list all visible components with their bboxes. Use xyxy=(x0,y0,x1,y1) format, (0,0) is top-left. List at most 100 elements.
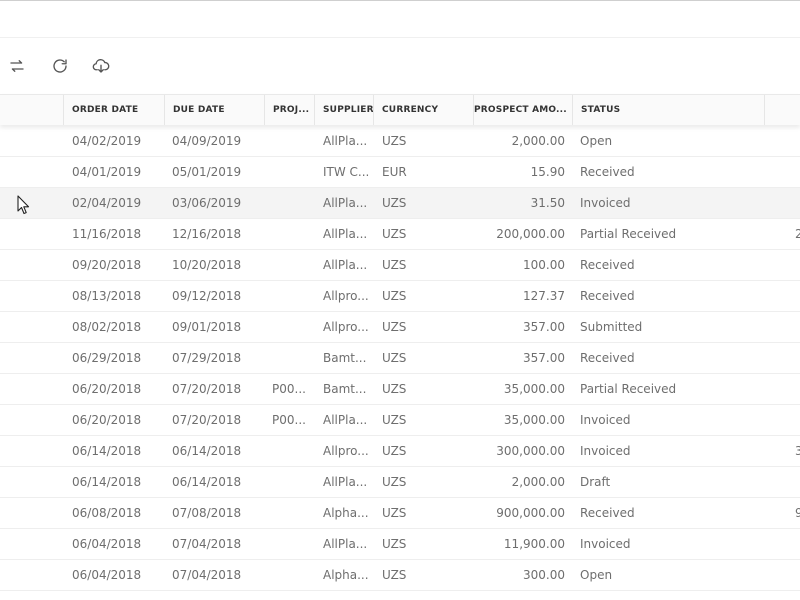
cell-status: Received xyxy=(580,351,635,365)
column-header-due-date[interactable]: DUE DATE xyxy=(164,95,264,125)
top-bar xyxy=(0,0,800,38)
cell-status: Received xyxy=(580,165,635,179)
cell-extra xyxy=(795,343,800,373)
cell-order-date: 06/29/2018 xyxy=(72,351,142,365)
table-row[interactable] xyxy=(0,591,800,600)
cell-due-date: 07/29/2018 xyxy=(172,351,242,365)
column-header-order-date[interactable]: ORDER DATE xyxy=(63,95,164,125)
table-row[interactable]: 06/20/2018 07/20/2018 P00... AllPla... UZS 35… xyxy=(0,405,800,436)
cell-status: Draft xyxy=(580,475,611,489)
column-header-supplier[interactable]: SUPPLIER xyxy=(314,95,373,125)
cell-prospect-amount: 35,000.00 xyxy=(503,413,565,427)
cell-due-date: 09/01/2018 xyxy=(172,320,242,334)
download-icon[interactable] xyxy=(91,56,111,76)
cell-status: Open xyxy=(580,568,613,582)
cell-due-date: 07/04/2018 xyxy=(172,537,242,551)
cell-order-date: 06/14/2018 xyxy=(72,475,142,489)
cell-currency: UZS xyxy=(382,320,407,334)
cell-status: Received xyxy=(580,258,635,272)
cell-status: Submitted xyxy=(580,320,643,334)
table-row[interactable]: 06/14/2018 06/14/2018 Allpro... UZS 300,000.… xyxy=(0,436,800,467)
cell-due-date: 05/01/2019 xyxy=(172,165,242,179)
cell-supplier: ITW C... xyxy=(323,165,370,179)
cell-project xyxy=(272,126,312,156)
cell-order-date: 09/20/2018 xyxy=(72,258,142,272)
cell-extra: 9 xyxy=(795,506,800,520)
grid-body: 04/02/2019 04/09/2019 AllPla... UZS 2,000.00… xyxy=(0,126,800,600)
cell-status: Invoiced xyxy=(580,413,631,427)
table-row[interactable]: 08/13/2018 09/12/2018 Allpro... UZS 127.37 Re… xyxy=(0,281,800,312)
cell-supplier: AllPla... xyxy=(323,537,368,551)
cell-extra xyxy=(795,126,800,156)
cell-extra xyxy=(795,188,800,218)
cell-due-date: 06/14/2018 xyxy=(172,444,242,458)
table-row[interactable]: 06/04/2018 07/04/2018 AllPla... UZS 11,900.0… xyxy=(0,529,800,560)
table-row[interactable]: 06/14/2018 06/14/2018 AllPla... UZS 2,000.00… xyxy=(0,467,800,498)
table-row[interactable]: 06/08/2018 07/08/2018 Alpha... UZS 900,000.0… xyxy=(0,498,800,529)
column-header-extra[interactable] xyxy=(764,95,800,125)
cell-project xyxy=(272,219,312,249)
cell-currency: UZS xyxy=(382,475,407,489)
cell-project xyxy=(272,281,312,311)
cell-prospect-amount: 35,000.00 xyxy=(503,382,565,396)
cell-extra xyxy=(795,467,800,497)
table-row[interactable]: 11/16/2018 12/16/2018 AllPla... UZS 200,000.… xyxy=(0,219,800,250)
table-row[interactable]: 06/20/2018 07/20/2018 P00... Bamt... UZS 35,0… xyxy=(0,374,800,405)
cell-due-date: 10/20/2018 xyxy=(172,258,242,272)
cell-project xyxy=(272,498,312,528)
table-row[interactable]: 04/01/2019 05/01/2019 ITW C... EUR 15.90 Rece… xyxy=(0,157,800,188)
cell-extra xyxy=(795,250,800,280)
cell-currency: UZS xyxy=(382,537,407,551)
cell-currency: UZS xyxy=(382,568,407,582)
cell-project xyxy=(272,343,312,373)
cell-status: Invoiced xyxy=(580,537,631,551)
cell-supplier: Alpha... xyxy=(323,506,369,520)
refresh-icon[interactable] xyxy=(50,56,70,76)
cell-due-date: 06/14/2018 xyxy=(172,475,242,489)
cell-supplier: AllPla... xyxy=(323,413,368,427)
cell-due-date: 07/20/2018 xyxy=(172,413,242,427)
cell-supplier: Allpro... xyxy=(323,320,369,334)
cell-order-date: 04/01/2019 xyxy=(72,165,142,179)
cell-due-date: 04/09/2019 xyxy=(172,134,242,148)
cell-prospect-amount: 357.00 xyxy=(523,320,565,334)
column-header-status[interactable]: STATUS xyxy=(572,95,764,125)
cell-supplier: AllPla... xyxy=(323,475,368,489)
column-header-currency[interactable]: CURRENCY xyxy=(373,95,473,125)
cell-prospect-amount: 100.00 xyxy=(523,258,565,272)
column-header-project[interactable]: PROJ... xyxy=(264,95,314,125)
cell-prospect-amount: 2,000.00 xyxy=(511,475,565,489)
cell-order-date: 06/20/2018 xyxy=(72,413,142,427)
grid-header: ORDER DATE DUE DATE PROJ... SUPPLIER CUR… xyxy=(0,94,800,125)
cell-order-date: 06/04/2018 xyxy=(72,568,142,582)
cell-project xyxy=(272,157,312,187)
table-row[interactable]: 02/04/2019 03/06/2019 AllPla... UZS 31.50 Inv… xyxy=(0,188,800,219)
table-row[interactable]: 08/02/2018 09/01/2018 Allpro... UZS 357.00 Su… xyxy=(0,312,800,343)
cell-extra xyxy=(795,312,800,342)
swap-icon[interactable] xyxy=(7,56,27,76)
cell-status: Invoiced xyxy=(580,196,631,210)
cell-status: Received xyxy=(580,289,635,303)
cell-order-date: 08/13/2018 xyxy=(72,289,142,303)
cell-extra xyxy=(795,157,800,187)
cell-project: P00... xyxy=(272,413,306,427)
column-header-prospect-amount[interactable]: PROSPECT AMO... xyxy=(473,95,572,125)
cell-status: Partial Received xyxy=(580,227,677,241)
cell-currency: UZS xyxy=(382,351,407,365)
cell-currency: UZS xyxy=(382,506,407,520)
cell-project xyxy=(272,312,312,342)
toolbar xyxy=(0,38,800,94)
cell-project xyxy=(272,560,312,590)
cell-supplier: Alpha... xyxy=(323,568,369,582)
cell-extra xyxy=(795,374,800,404)
cell-project xyxy=(272,529,312,559)
cell-supplier: AllPla... xyxy=(323,258,368,272)
cell-prospect-amount: 15.90 xyxy=(530,165,565,179)
table-row[interactable]: 04/02/2019 04/09/2019 AllPla... UZS 2,000.00… xyxy=(0,126,800,157)
table-row[interactable]: 09/20/2018 10/20/2018 AllPla... UZS 100.00 Re… xyxy=(0,250,800,281)
cell-supplier: AllPla... xyxy=(323,196,368,210)
table-row[interactable]: 06/04/2018 07/04/2018 Alpha... UZS 300.00 Ope… xyxy=(0,560,800,591)
cell-extra xyxy=(795,560,800,590)
table-row[interactable]: 06/29/2018 07/29/2018 Bamt... UZS 357.00 Rece… xyxy=(0,343,800,374)
cell-status: Open xyxy=(580,134,613,148)
